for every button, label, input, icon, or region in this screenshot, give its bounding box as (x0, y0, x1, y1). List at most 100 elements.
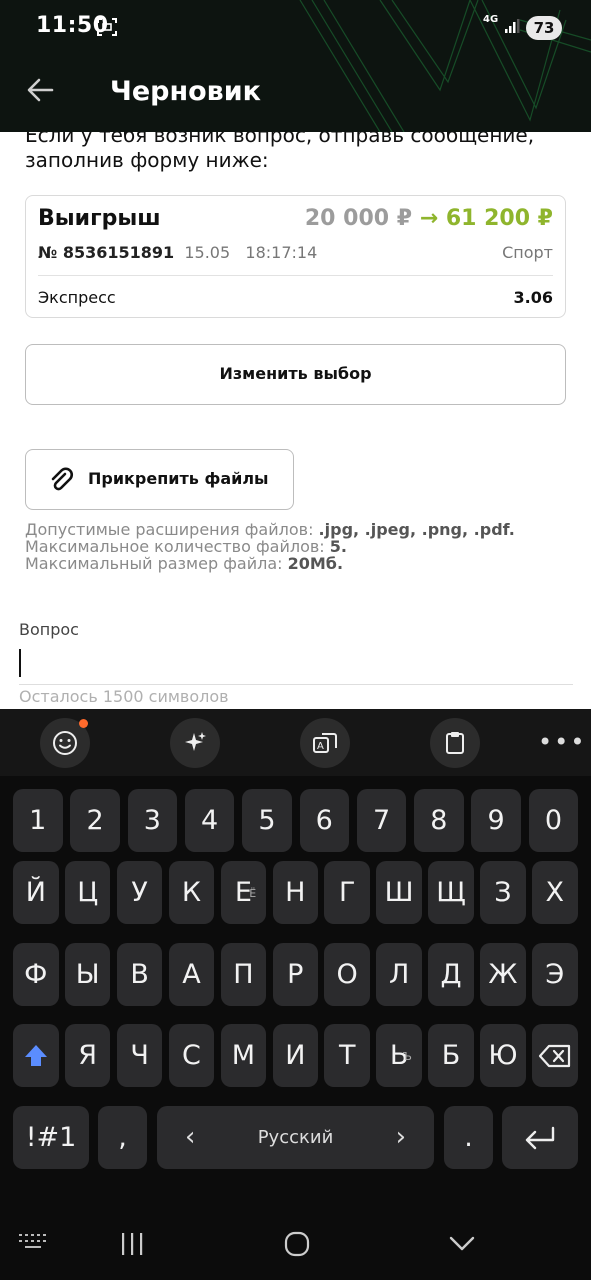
key-Л-label: Л (388, 959, 410, 990)
key-Й[interactable]: Й (13, 861, 59, 924)
key-Ч[interactable]: Ч (116, 1024, 163, 1087)
key-Х-label: Х (545, 877, 565, 908)
key-К[interactable]: К (168, 861, 215, 924)
key-3-label: 3 (143, 805, 161, 836)
shift-key[interactable] (13, 1024, 59, 1087)
bet-amounts: 20 000 ₽ → 61 200 ₽ (305, 206, 553, 231)
home-icon[interactable] (283, 1230, 311, 1258)
key-0[interactable]: 0 (528, 789, 579, 852)
battery-indicator: 73 (526, 16, 562, 40)
key-И[interactable]: И (272, 1024, 319, 1087)
key-О-label: О (336, 959, 358, 990)
key-Ф[interactable]: Ф (13, 943, 59, 1006)
key-alt-yo: Ё (249, 887, 257, 900)
backspace-icon (538, 1044, 570, 1067)
file-hints: Допустимые расширения файлов: .jpg, .jpe… (25, 521, 515, 572)
back-chevron-icon[interactable] (448, 1234, 476, 1254)
more-icon[interactable]: ••• (538, 727, 586, 757)
question-input[interactable] (19, 647, 573, 685)
key-З[interactable]: З (480, 861, 526, 924)
key-Т[interactable]: Т (324, 1024, 370, 1087)
paperclip-icon (51, 467, 73, 491)
key-1-label: 1 (29, 805, 47, 836)
bet-coefficient: 3.06 (513, 288, 553, 307)
backspace-key[interactable] (532, 1024, 578, 1087)
key-У[interactable]: У (116, 861, 163, 924)
enter-key[interactable] (502, 1106, 578, 1169)
key-7[interactable]: 7 (356, 789, 407, 852)
form-content: Если у тебя возник вопрос, отправь сообщ… (0, 132, 591, 709)
comma-key-label: , (118, 1122, 127, 1153)
key-Ы[interactable]: Ы (64, 943, 111, 1006)
ai-tools-button[interactable] (170, 718, 220, 768)
key-4-label: 4 (201, 805, 219, 836)
translate-icon: A (313, 733, 337, 753)
bet-type: Экспресс (38, 288, 116, 307)
key-1[interactable]: 1 (13, 789, 63, 852)
key-9-label: 9 (487, 805, 505, 836)
key-6[interactable]: 6 (299, 789, 349, 852)
key-В[interactable]: В (116, 943, 163, 1006)
symbols-key[interactable]: !#1 (13, 1106, 89, 1169)
key-А[interactable]: А (168, 943, 215, 1006)
hint-extensions: Допустимые расширения файлов: .jpg, .jpe… (25, 520, 515, 539)
key-М[interactable]: М (220, 1024, 267, 1087)
key-Щ-label: Щ (436, 877, 466, 908)
translate-button[interactable]: A (300, 718, 350, 768)
bet-number: № 8536151891 (38, 243, 175, 262)
key-6-label: 6 (315, 805, 333, 836)
keyboard-toolbar: A ••• (0, 709, 591, 776)
key-Ю[interactable]: Ю (480, 1024, 526, 1087)
key-П[interactable]: П (220, 943, 267, 1006)
symbols-key-label: !#1 (25, 1122, 77, 1153)
key-2-label: 2 (86, 805, 104, 836)
back-arrow-icon[interactable] (22, 72, 62, 108)
key-Х[interactable]: Х (532, 861, 578, 924)
question-char-counter: Осталось 1500 символов (19, 687, 229, 706)
system-navigation-bar (0, 1208, 591, 1280)
clipboard-button[interactable] (430, 718, 480, 768)
key-Д[interactable]: Д (428, 943, 474, 1006)
key-Р-label: Р (287, 959, 304, 990)
attach-files-label: Прикрепить файлы (88, 469, 269, 488)
key-3[interactable]: 3 (127, 789, 178, 852)
key-Щ[interactable]: Щ (428, 861, 474, 924)
key-Н[interactable]: Н (272, 861, 319, 924)
key-Ш-label: Ш (384, 877, 414, 908)
space-key[interactable]: ‹ Русский › (157, 1106, 434, 1169)
key-О[interactable]: О (324, 943, 370, 1006)
bet-result: Выигрыш (38, 206, 161, 231)
key-5[interactable]: 5 (242, 789, 292, 852)
period-key[interactable]: . (444, 1106, 493, 1169)
bet-payout: 61 200 ₽ (445, 206, 553, 231)
key-Г[interactable]: Г (324, 861, 370, 924)
attach-files-button[interactable]: Прикрепить файлы (25, 449, 294, 510)
key-Б[interactable]: Б (428, 1024, 474, 1087)
key-Ь[interactable]: ЬЪ (376, 1024, 422, 1087)
comma-key[interactable]: , (98, 1106, 147, 1169)
key-Е[interactable]: ЕЁ (220, 861, 267, 924)
key-Л[interactable]: Л (376, 943, 422, 1006)
key-Я[interactable]: Я (64, 1024, 111, 1087)
recent-apps-icon[interactable] (120, 1232, 146, 1256)
key-Р[interactable]: Р (272, 943, 319, 1006)
key-Ш[interactable]: Ш (376, 861, 422, 924)
key-Ц-label: Ц (77, 877, 99, 908)
key-Ы-label: Ы (75, 959, 100, 990)
key-Э[interactable]: Э (532, 943, 578, 1006)
key-4[interactable]: 4 (184, 789, 235, 852)
key-Я-label: Я (78, 1040, 98, 1071)
key-С[interactable]: С (168, 1024, 215, 1087)
key-9[interactable]: 9 (471, 789, 521, 852)
key-З-label: З (494, 877, 512, 908)
key-Ж-label: Ж (488, 959, 518, 990)
bet-stake: 20 000 ₽ (304, 206, 413, 231)
key-Ц[interactable]: Ц (64, 861, 111, 924)
change-selection-button[interactable]: Изменить выбор (25, 344, 566, 405)
keyboard-hide-icon[interactable] (18, 1232, 48, 1254)
key-2[interactable]: 2 (70, 789, 120, 852)
key-В-label: В (130, 959, 149, 990)
key-Ж[interactable]: Ж (480, 943, 526, 1006)
key-8[interactable]: 8 (414, 789, 464, 852)
space-right-chevron: › (395, 1122, 406, 1152)
